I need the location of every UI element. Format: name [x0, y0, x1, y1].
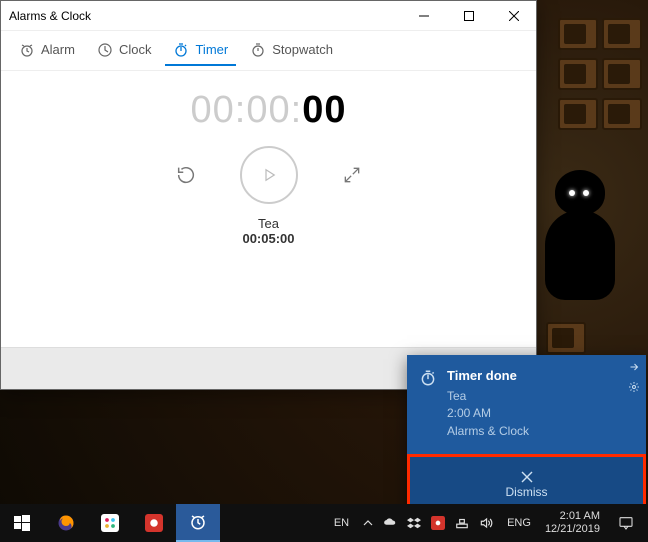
- action-center-button[interactable]: [608, 504, 644, 542]
- window-title: Alarms & Clock: [9, 9, 401, 23]
- tab-stopwatch-label: Stopwatch: [272, 42, 333, 57]
- taskbar-app-red[interactable]: [132, 504, 176, 542]
- notification-icon: [618, 515, 634, 531]
- dropbox-icon[interactable]: [407, 516, 421, 530]
- minimize-button[interactable]: [401, 1, 446, 31]
- tab-alarm[interactable]: Alarm: [11, 36, 83, 66]
- taskbar-app-firefox[interactable]: [44, 504, 88, 542]
- taskbar-time: 2:01 AM: [545, 510, 600, 523]
- reset-button[interactable]: [172, 161, 200, 189]
- windows-icon: [14, 515, 30, 531]
- tray-app-red-icon[interactable]: [431, 516, 445, 530]
- expand-button[interactable]: [338, 161, 366, 189]
- gear-icon[interactable]: [628, 381, 640, 393]
- taskbar-app-alarms[interactable]: [176, 504, 220, 542]
- close-icon: [521, 471, 533, 483]
- firefox-icon: [57, 514, 75, 532]
- arrow-right-icon[interactable]: [628, 361, 640, 373]
- close-button[interactable]: [491, 1, 536, 31]
- tab-alarm-label: Alarm: [41, 42, 75, 57]
- alarm-icon: [189, 513, 207, 531]
- start-button[interactable]: [0, 504, 44, 542]
- timer-content: 00:00:00 Tea 00:05:00: [1, 71, 536, 347]
- tab-strip: Alarm Clock Timer Stopwatch: [1, 31, 536, 71]
- stopwatch-icon: [250, 42, 266, 58]
- chevron-up-icon[interactable]: [363, 518, 373, 528]
- system-tray[interactable]: [357, 516, 499, 530]
- taskbar[interactable]: EN ENG 2:01 AM 12/21/2019: [0, 504, 648, 542]
- toast-line2: 2:00 AM: [447, 405, 529, 422]
- taskbar-lang-right[interactable]: ENG: [501, 517, 537, 529]
- dismiss-label: Dismiss: [506, 485, 548, 499]
- timer-display-dim: 00:00:: [191, 89, 303, 131]
- alarms-clock-window: Alarms & Clock Alarm Clock Timer Stopwat…: [0, 0, 537, 390]
- app-red-icon: [145, 514, 163, 532]
- toast-line1: Tea: [447, 388, 529, 405]
- alarm-icon: [19, 42, 35, 58]
- slack-icon: [101, 514, 119, 532]
- play-button[interactable]: [240, 146, 298, 204]
- onedrive-icon[interactable]: [383, 516, 397, 530]
- timer-duration: 00:05:00: [242, 231, 294, 246]
- notification-toast[interactable]: Timer done Tea 2:00 AM Alarms & Clock Di…: [407, 355, 646, 516]
- clock-icon: [97, 42, 113, 58]
- titlebar[interactable]: Alarms & Clock: [1, 1, 536, 31]
- volume-icon[interactable]: [479, 516, 493, 530]
- timer-icon: [173, 42, 189, 58]
- timer-label-block: Tea 00:05:00: [242, 216, 294, 246]
- toast-title: Timer done: [447, 367, 529, 386]
- tab-timer-label: Timer: [195, 42, 228, 57]
- tab-clock-label: Clock: [119, 42, 152, 57]
- timer-name: Tea: [242, 216, 294, 231]
- timer-display-seconds: 00: [302, 89, 346, 131]
- timer-display: 00:00:00: [191, 89, 347, 132]
- tab-stopwatch[interactable]: Stopwatch: [242, 36, 341, 66]
- taskbar-app-slack[interactable]: [88, 504, 132, 542]
- toast-source: Alarms & Clock: [447, 423, 529, 440]
- taskbar-lang-left[interactable]: EN: [328, 517, 355, 529]
- tab-timer[interactable]: Timer: [165, 36, 236, 66]
- taskbar-date: 12/21/2019: [545, 523, 600, 536]
- maximize-button[interactable]: [446, 1, 491, 31]
- taskbar-clock[interactable]: 2:01 AM 12/21/2019: [539, 510, 606, 535]
- timer-icon: [419, 369, 437, 387]
- network-icon[interactable]: [455, 516, 469, 530]
- tab-clock[interactable]: Clock: [89, 36, 160, 66]
